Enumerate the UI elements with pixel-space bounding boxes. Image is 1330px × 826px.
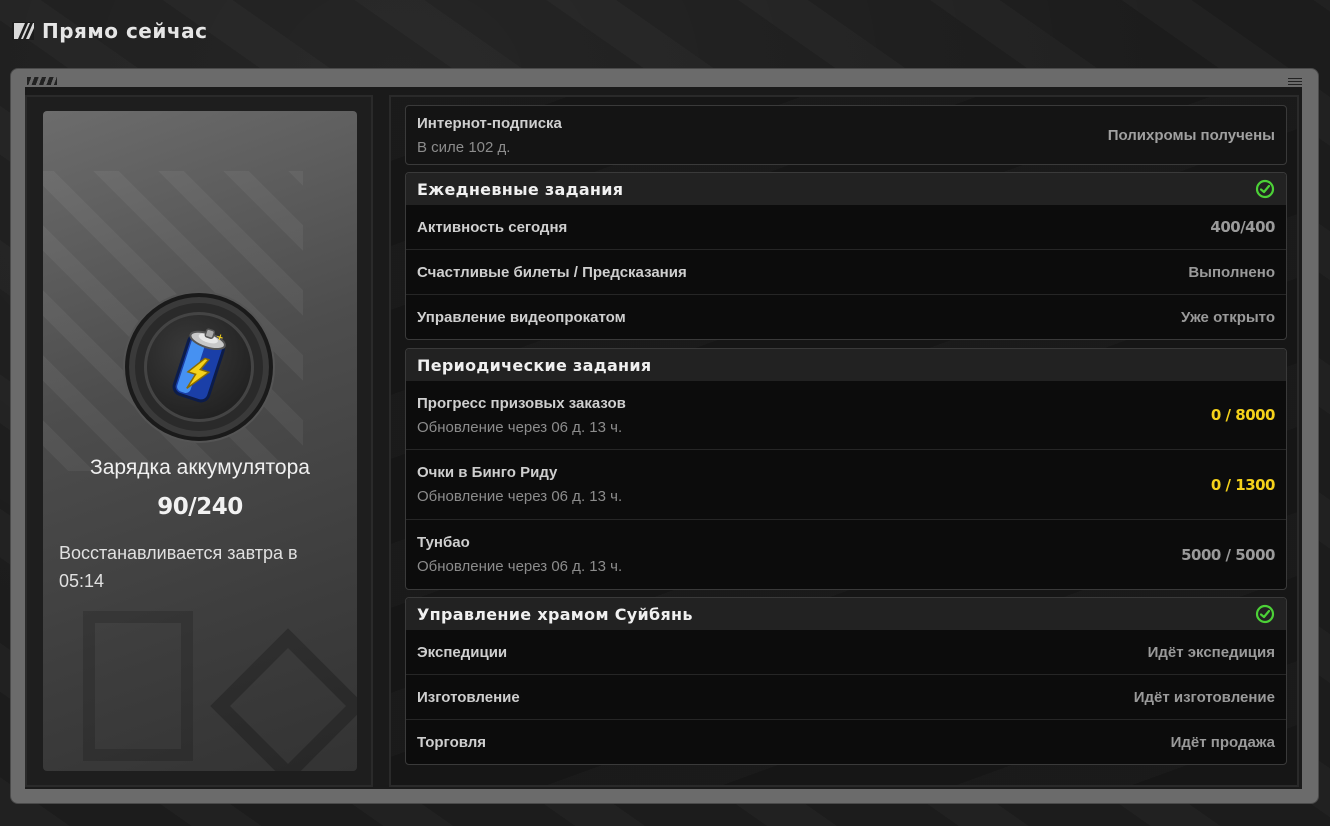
- daily-row-video[interactable]: Управление видеопрокатом Уже открыто: [406, 295, 1286, 339]
- main-frame: + Зарядка аккумулятора 90/240 Восстанавл…: [10, 68, 1319, 804]
- subscription-status: Полихромы получены: [1107, 126, 1275, 144]
- frame-mark-right-icon: [1288, 77, 1302, 85]
- periodic-row-bingo[interactable]: Очки в Бинго Риду Обновление через 06 д.…: [406, 450, 1286, 520]
- battery-ring: +: [125, 293, 273, 441]
- periodic-row-tunbao[interactable]: Тунбао Обновление через 06 д. 13 ч. 5000…: [406, 520, 1286, 589]
- zzz-logo-icon: [12, 20, 34, 42]
- daily-row-activity[interactable]: Активность сегодня 400/400: [406, 205, 1286, 250]
- temple-section: Управление храмом Суйбянь Экспедиции Идё…: [405, 597, 1287, 765]
- inner-panel: + Зарядка аккумулятора 90/240 Восстанавл…: [25, 87, 1302, 789]
- card-decoration-diamond: [210, 628, 357, 771]
- page-header: Прямо сейчас: [12, 18, 207, 44]
- periodic-section: Периодические задания Прогресс призовых …: [405, 348, 1287, 590]
- subscription-section[interactable]: Интернот-подписка В силе 102 д. Полихром…: [405, 105, 1287, 165]
- daily-title: Ежедневные задания: [417, 179, 624, 199]
- periodic-title: Периодические задания: [417, 355, 652, 375]
- subscription-label: Интернот-подписка: [417, 114, 562, 132]
- check-circle-icon: [1255, 604, 1275, 624]
- daily-row-tickets[interactable]: Счастливые билеты / Предсказания Выполне…: [406, 250, 1286, 295]
- periodic-row-bounty[interactable]: Прогресс призовых заказов Обновление чер…: [406, 381, 1286, 450]
- battery-panel: + Зарядка аккумулятора 90/240 Восстанавл…: [25, 95, 373, 787]
- temple-row-expeditions[interactable]: Экспедиции Идёт экспедиция: [406, 630, 1286, 675]
- tasks-panel: Интернот-подписка В силе 102 д. Полихром…: [389, 95, 1299, 787]
- frame-mark-icon: [27, 77, 57, 85]
- temple-header: Управление храмом Суйбянь: [406, 598, 1286, 630]
- battery-label: Зарядка аккумулятора: [90, 456, 310, 479]
- battery-restore-text: Восстанавливается завтра в 05:14: [59, 543, 298, 591]
- temple-row-trade[interactable]: Торговля Идёт продажа: [406, 720, 1286, 764]
- temple-title: Управление храмом Суйбянь: [417, 604, 693, 624]
- check-circle-icon: [1255, 179, 1275, 199]
- card-decoration-square: [83, 611, 193, 761]
- daily-header: Ежедневные задания: [406, 173, 1286, 205]
- card-decoration-letters: [193, 151, 253, 291]
- subscription-row[interactable]: Интернот-подписка В силе 102 д. Полихром…: [406, 106, 1286, 164]
- periodic-header: Периодические задания: [406, 349, 1286, 381]
- temple-row-crafting[interactable]: Изготовление Идёт изготовление: [406, 675, 1286, 720]
- battery-value: 90/240: [157, 494, 243, 520]
- battery-card: + Зарядка аккумулятора 90/240 Восстанавл…: [43, 111, 357, 771]
- page-title: Прямо сейчас: [42, 19, 208, 43]
- battery-icon: +: [172, 328, 226, 403]
- subscription-sub: В силе 102 д.: [417, 138, 511, 156]
- daily-section: Ежедневные задания Активность сегодня 40…: [405, 172, 1287, 340]
